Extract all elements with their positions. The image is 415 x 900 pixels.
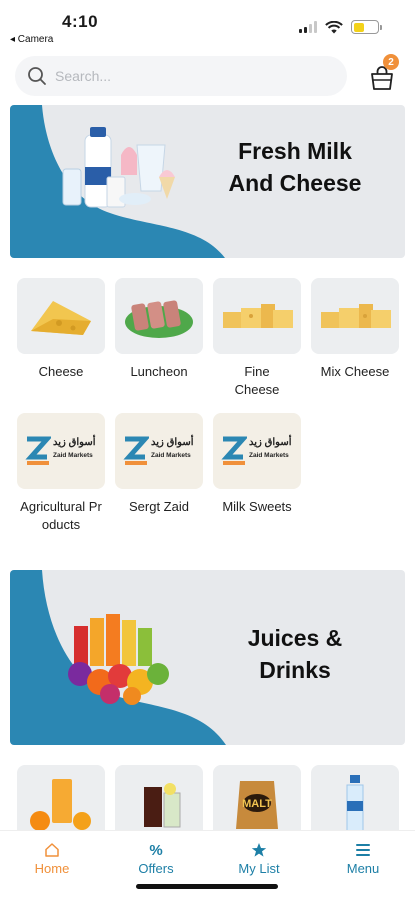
logo-arabic-text: أسواق زيد: [151, 437, 194, 448]
category-mix-cheese[interactable]: Mix Cheese: [311, 278, 399, 381]
category-cheese[interactable]: Cheese: [17, 278, 105, 381]
search-row: 2: [0, 54, 415, 100]
banner-title-line2: And Cheese: [228, 170, 362, 196]
juices-fruits-image: [68, 614, 169, 705]
nav-label: Menu: [346, 861, 380, 876]
home-indicator: [136, 884, 278, 889]
menu-icon: [356, 844, 370, 856]
cart-button[interactable]: 2: [366, 54, 399, 92]
category-milk-sweets[interactable]: أسواق زيد Zaid Markets Milk Sweets: [213, 413, 301, 516]
logo-arabic-text: أسواق زيد: [249, 437, 292, 448]
category-luncheon[interactable]: Luncheon: [115, 278, 203, 381]
percent-icon: %: [149, 841, 163, 859]
category-sergt-zaid[interactable]: أسواق زيد Zaid Markets Sergt Zaid: [115, 413, 203, 516]
category-label: Sergt Zaid: [129, 499, 189, 514]
logo-english-text: Zaid Markets: [151, 452, 191, 459]
nav-offers[interactable]: % Offers: [116, 841, 196, 877]
malt-drink-image: MALT: [213, 765, 301, 830]
status-time: 4:10: [62, 12, 99, 31]
bottom-nav: Home % Offers My List Menu: [0, 830, 415, 900]
star-icon: [251, 843, 267, 857]
category-label: Luncheon: [130, 364, 188, 379]
cart-count-badge: 2: [383, 54, 399, 70]
category-soda-drinks[interactable]: [115, 765, 203, 830]
logo-english-text: Zaid Markets: [53, 452, 93, 459]
orange-juice-image: [17, 765, 105, 830]
category-label: Agricultural Products: [20, 499, 102, 532]
zaid-markets-logo: أسواق زيد Zaid Markets: [17, 413, 105, 489]
nav-label: Home: [34, 861, 70, 876]
water-bottle-image: [311, 765, 399, 830]
nav-my-list[interactable]: My List: [219, 841, 299, 876]
zaid-markets-logo: أسواق زيد Zaid Markets: [213, 413, 301, 489]
soda-drinks-image: [115, 765, 203, 830]
nav-home[interactable]: Home: [12, 841, 92, 876]
banner-title-line1: Juices &: [247, 625, 343, 651]
nav-label: My List: [238, 861, 280, 876]
luncheon-image: [115, 278, 203, 354]
wifi-icon: [325, 20, 343, 33]
logo-english-text: Zaid Markets: [249, 452, 289, 459]
banner-title: Fresh Milk And Cheese: [215, 135, 375, 199]
home-content: Fresh Milk And Cheese Cheese Luncheon Fi…: [0, 100, 415, 830]
banner-title: Juices & Drinks: [225, 622, 365, 686]
status-icons: [299, 20, 382, 34]
status-bar: 4:10 ◂ Camera: [0, 0, 415, 50]
cheese-image: [17, 278, 105, 354]
category-label: Cheese: [38, 364, 84, 379]
back-to-camera-link[interactable]: ◂ Camera: [10, 34, 53, 45]
fine-cheese-image: [213, 278, 301, 354]
category-fine-cheese[interactable]: Fine Cheese: [213, 278, 301, 399]
search-input[interactable]: [55, 68, 295, 84]
category-water[interactable]: [311, 765, 399, 830]
search-bar[interactable]: [15, 56, 347, 96]
svg-text:MALT: MALT: [242, 798, 272, 810]
nav-menu[interactable]: Menu: [323, 841, 403, 876]
category-label: Milk Sweets: [222, 499, 292, 514]
category-label: Mix Cheese: [320, 364, 390, 379]
banner-title-line2: Drinks: [259, 657, 331, 683]
zaid-markets-logo: أسواق زيد Zaid Markets: [115, 413, 203, 489]
battery-icon: [351, 20, 382, 34]
logo-arabic-text: أسواق زيد: [53, 437, 96, 448]
category-malt-drink[interactable]: MALT: [213, 765, 301, 830]
search-icon: [28, 67, 46, 85]
category-label: Fine Cheese: [234, 364, 280, 397]
banner-title-line1: Fresh Milk: [238, 138, 352, 164]
mix-cheese-image: [311, 278, 399, 354]
home-icon: [45, 843, 59, 857]
category-agricultural-products[interactable]: أسواق زيد Zaid Markets Agricultural Prod…: [17, 413, 105, 534]
nav-label: Offers: [138, 861, 174, 876]
category-orange-juice[interactable]: [17, 765, 105, 830]
milk-products-image: [62, 127, 175, 208]
signal-icon: [299, 21, 317, 33]
banner-juices-and-drinks[interactable]: Juices & Drinks: [10, 570, 405, 745]
banner-fresh-milk-and-cheese[interactable]: Fresh Milk And Cheese: [10, 105, 405, 258]
